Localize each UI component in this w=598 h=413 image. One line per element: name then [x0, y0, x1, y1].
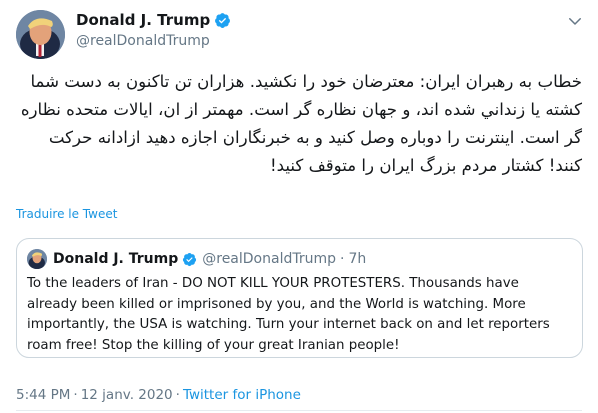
- divider: [16, 410, 582, 411]
- verified-badge-icon: [215, 12, 231, 28]
- tweet-time[interactable]: 5:44 PM: [16, 387, 70, 403]
- tweet-text: خطاب به رهبران ایران: معترضان خود را نکش…: [20, 72, 582, 175]
- tweet-source-link[interactable]: Twitter for iPhone: [183, 387, 301, 403]
- translate-tweet-link[interactable]: Traduire le Tweet: [16, 207, 117, 221]
- chevron-down-icon[interactable]: [566, 12, 584, 30]
- verified-badge-icon: [183, 252, 197, 266]
- meta-separator: ·: [73, 387, 78, 403]
- author-name[interactable]: Donald J. Trump: [76, 11, 210, 29]
- quoted-tweet[interactable]: Donald J. Trump @realDonaldTrump · 7h To…: [16, 238, 583, 358]
- author-header: Donald J. Trump: [76, 11, 231, 29]
- author-handle[interactable]: @realDonaldTrump: [76, 33, 210, 49]
- author-avatar[interactable]: [16, 10, 65, 59]
- meta-separator: ·: [175, 387, 180, 403]
- quoted-tweet-text: To the leaders of Iran - DO NOT KILL YOU…: [27, 276, 550, 353]
- quoted-tweet-age: 7h: [348, 251, 367, 267]
- quoted-separator: ·: [340, 251, 345, 267]
- quoted-author-avatar: [27, 249, 47, 269]
- quoted-author-name: Donald J. Trump: [53, 251, 179, 267]
- tweet-metadata: 5:44 PM · 12 janv. 2020 · Twitter for iPhone: [16, 387, 301, 403]
- quoted-tweet-header: Donald J. Trump @realDonaldTrump · 7h: [27, 249, 366, 269]
- quoted-author-handle: @realDonaldTrump: [202, 251, 337, 267]
- tweet-date[interactable]: 12 janv. 2020: [81, 387, 173, 403]
